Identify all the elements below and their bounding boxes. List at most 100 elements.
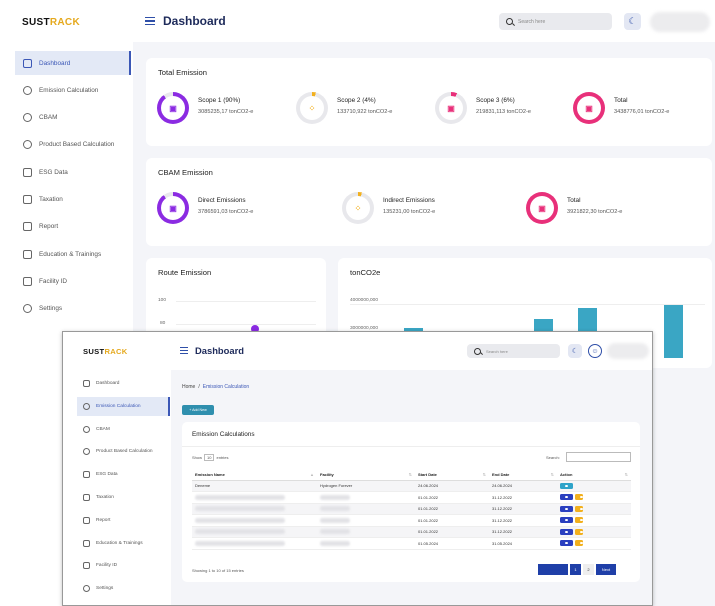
sidebar-item-education-trainings[interactable]: Education & Trainings: [15, 242, 131, 266]
sidebar-item-report[interactable]: Report: [77, 511, 170, 530]
breadcrumb: Home / Emission Calculation: [182, 384, 250, 390]
cell-end: 31.12.2022: [489, 514, 557, 527]
metric-icon: ▣: [161, 96, 185, 120]
metric-name: Scope 3 (6%): [476, 97, 515, 104]
sidebar-item-facility-id[interactable]: Facility ID: [15, 269, 131, 293]
sidebar-item-label: Education & Trainings: [39, 250, 102, 258]
metric-name: Scope 2 (4%): [337, 97, 376, 104]
sidebar-item-label: Dashboard: [96, 381, 120, 386]
sidebar-item-education-trainings[interactable]: Education & Trainings: [77, 534, 170, 553]
card-title: Route Emission: [158, 268, 212, 277]
view-icon[interactable]: [560, 528, 573, 535]
progress-ring: ▣: [573, 92, 605, 124]
card-title: Emission Calculations: [192, 431, 255, 438]
card-title: Total Emission: [158, 68, 207, 77]
database-icon: [83, 494, 90, 501]
delete-icon[interactable]: [575, 494, 583, 501]
column-header[interactable]: Action ⇅: [557, 470, 631, 481]
search-input[interactable]: Search here: [467, 344, 560, 358]
delete-icon[interactable]: [575, 517, 583, 524]
sidebar-item-cbam[interactable]: CBAM: [15, 106, 131, 130]
cell-start: 01.01.2022: [415, 526, 489, 538]
search-input[interactable]: Search here: [499, 13, 612, 30]
add-new-button[interactable]: + Add New: [182, 405, 214, 415]
view-icon[interactable]: [560, 505, 573, 512]
edit-icon[interactable]: [560, 482, 573, 489]
page-2-button[interactable]: 2: [583, 564, 594, 575]
emission-calculations-card: Emission Calculations Show 10 entries Se…: [182, 422, 640, 582]
next-page-button[interactable]: Next: [596, 564, 616, 575]
user-icon[interactable]: ☺: [588, 344, 602, 358]
sidebar-item-settings[interactable]: Settings: [15, 297, 131, 321]
table-row: 01.01.2022 31.12.2022: [192, 526, 631, 538]
sidebar-item-label: ESG Data: [96, 472, 118, 478]
redacted-text: [195, 529, 285, 535]
cell-end: 31.05.2024: [489, 537, 557, 550]
cell-action: [557, 503, 631, 515]
sidebar-item-esg-data[interactable]: ESG Data: [15, 160, 131, 184]
chart-bar: [664, 305, 683, 358]
column-header[interactable]: Start Date ⇅: [415, 470, 489, 481]
cell-action: [557, 514, 631, 527]
document-icon: [83, 516, 90, 524]
metric-name: Indirect Emissions: [383, 197, 435, 204]
delete-icon[interactable]: [575, 528, 583, 535]
moon-icon[interactable]: ☾: [624, 13, 641, 30]
cell-name: [192, 537, 317, 550]
table-search-input[interactable]: [566, 452, 631, 462]
cell-facility: [317, 537, 415, 550]
top-bar: Dashboard Search here ☾ ☺: [171, 332, 652, 370]
grid-icon: [23, 58, 32, 68]
redacted-text: [320, 506, 350, 512]
redacted-text: [195, 540, 285, 546]
redacted-text: [320, 529, 350, 535]
app-logo[interactable]: SUSTRACK: [22, 17, 80, 28]
progress-ring: ▣: [435, 92, 467, 124]
delete-icon[interactable]: [575, 505, 583, 512]
redacted-text: [195, 494, 285, 500]
sidebar-item-product-based-calculation[interactable]: Product Based Calculation: [77, 442, 170, 461]
sidebar-item-dashboard[interactable]: Dashboard: [77, 374, 170, 393]
sidebar-item-dashboard[interactable]: Dashboard: [15, 51, 131, 75]
sidebar-item-esg-data[interactable]: ESG Data: [77, 465, 170, 484]
sidebar-item-facility-id[interactable]: Facility ID: [77, 556, 170, 575]
sidebar-item-report[interactable]: Report: [15, 215, 131, 239]
gear-icon: [83, 585, 90, 593]
menu-icon[interactable]: [180, 347, 188, 354]
menu-icon[interactable]: [145, 17, 155, 25]
sidebar-item-emission-calculation[interactable]: Emission Calculation: [77, 396, 170, 416]
column-header[interactable]: Emission Name ▲: [192, 470, 317, 481]
table-row: 01.01.2022 31.12.2022: [192, 503, 631, 515]
database-icon: [23, 195, 32, 204]
sidebar-item-settings[interactable]: Settings: [77, 579, 170, 598]
sidebar-item-cbam[interactable]: CBAM: [77, 420, 170, 439]
sidebar-item-emission-calculation[interactable]: Emission Calculation: [15, 78, 131, 102]
sidebar-item-product-based-calculation[interactable]: Product Based Calculation: [15, 133, 131, 157]
grid-icon: [83, 380, 90, 387]
sidebar-item-label: Emission Calculation: [96, 403, 141, 409]
column-header[interactable]: Facility ⇅: [317, 470, 415, 481]
metric-value: 133710,922 tonCO2-e: [337, 109, 393, 115]
cell-facility: [317, 514, 415, 527]
emission-calculation-window: SUSTRACK Dashboard Emission Calculation CB…: [62, 331, 653, 606]
view-icon[interactable]: [560, 540, 573, 547]
entries-select[interactable]: 10: [204, 454, 215, 461]
delete-icon[interactable]: [575, 540, 583, 547]
total-emission-card: Total Emission ▣ Scope 1 (90%) 3085235,17 …: [146, 58, 712, 146]
table-row: 01.01.2022 31.12.2022: [192, 514, 631, 527]
column-header[interactable]: End Date ⇅: [489, 470, 557, 481]
metric-value: 3921822,30 tonCO2-e: [567, 209, 623, 215]
page-1-button[interactable]: 1: [570, 564, 581, 575]
breadcrumb-home[interactable]: Home: [182, 384, 195, 390]
sidebar-item-taxation[interactable]: Taxation: [15, 188, 131, 212]
axis-tick: 100: [158, 298, 167, 303]
previous-page-button[interactable]: Previous: [538, 564, 568, 575]
user-menu[interactable]: [650, 12, 710, 32]
sidebar-item-taxation[interactable]: Taxation: [77, 488, 170, 507]
app-logo[interactable]: SUSTRACK: [83, 347, 128, 356]
moon-icon[interactable]: ☾: [568, 344, 582, 358]
view-icon[interactable]: [560, 494, 573, 501]
view-icon[interactable]: [560, 517, 573, 524]
user-menu[interactable]: [607, 343, 649, 359]
cell-end: 31.12.2022: [489, 491, 557, 504]
